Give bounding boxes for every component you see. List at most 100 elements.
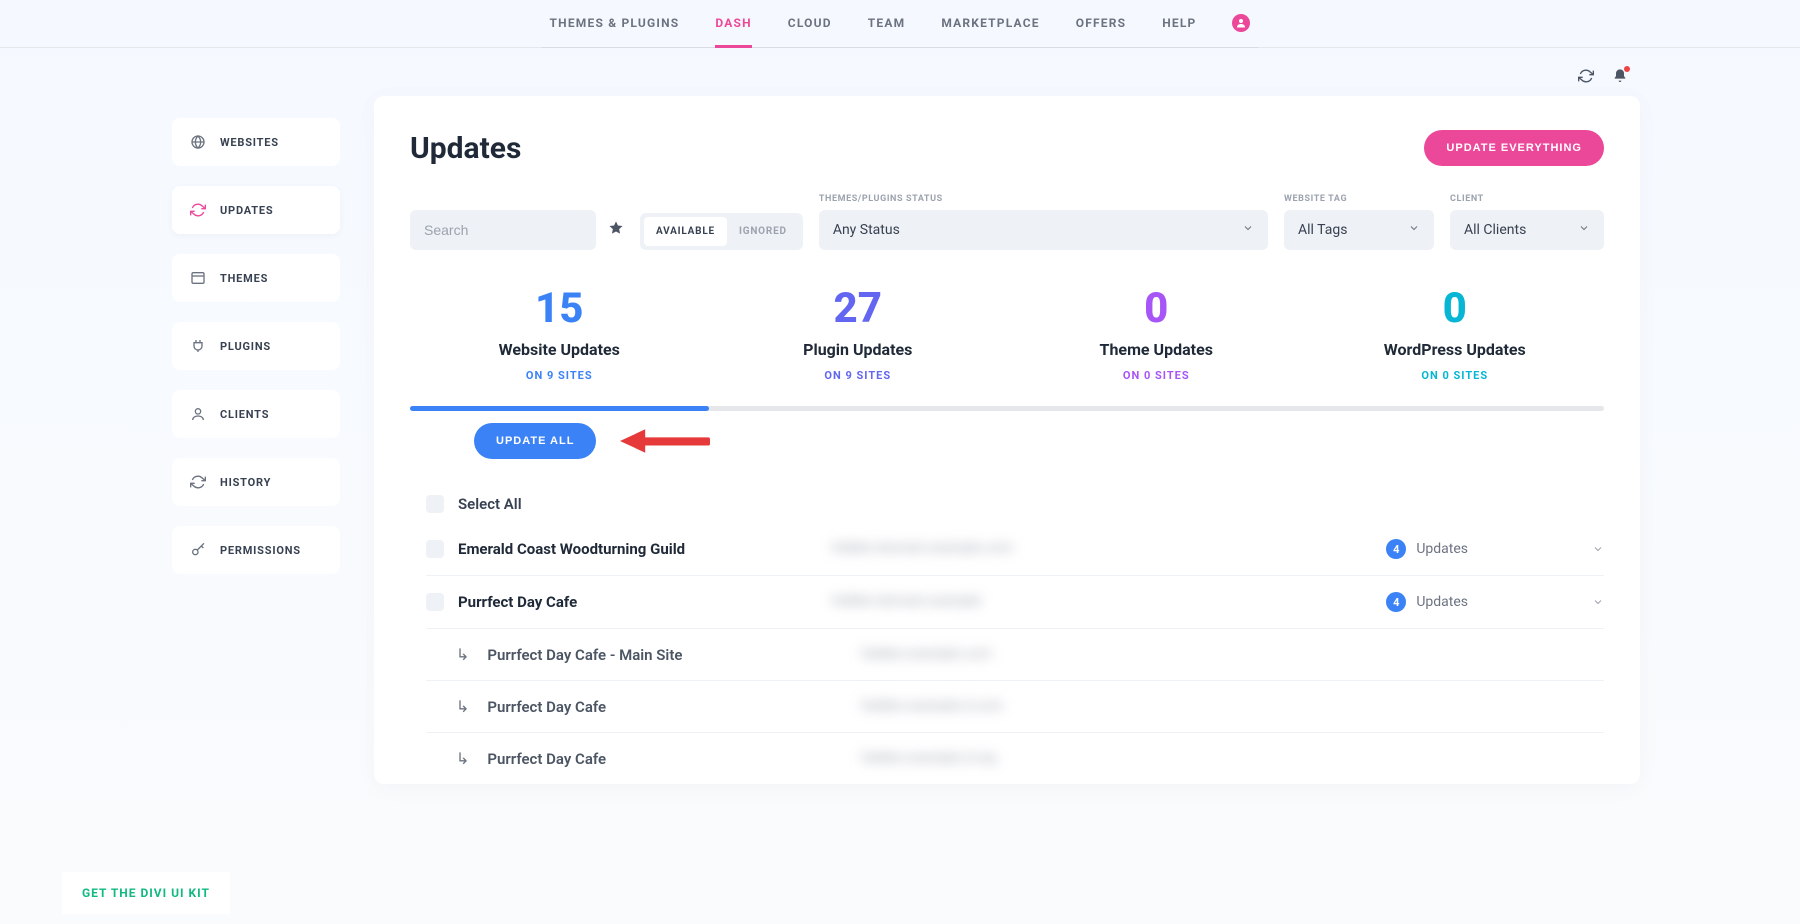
sidebar-item-label: HISTORY xyxy=(220,476,271,489)
count-label: Updates xyxy=(1416,594,1468,610)
user-icon xyxy=(190,406,206,422)
select-all-label: Select All xyxy=(458,495,818,513)
update-all-button[interactable]: UPDATE ALL xyxy=(474,423,596,459)
status-toggle: AVAILABLE IGNORED xyxy=(640,213,803,250)
site-url-redacted: hidden-domain.example xyxy=(832,593,1092,611)
site-url-redacted: hidden.example.d.org xyxy=(861,750,1121,768)
refresh-icon xyxy=(1578,68,1594,84)
stat-subtext: ON 9 SITES xyxy=(709,369,1008,382)
stat-subtext: ON 0 SITES xyxy=(1306,369,1605,382)
subsite-row: ↳ Purrfect Day Cafe hidden.example.d.org xyxy=(426,733,1604,784)
row-checkbox[interactable] xyxy=(426,540,444,558)
row-checkbox[interactable] xyxy=(426,593,444,611)
sidebar-item-themes[interactable]: THEMES xyxy=(172,254,340,302)
filter-tag-label: WEBSITE TAG xyxy=(1284,194,1434,204)
toggle-available[interactable]: AVAILABLE xyxy=(644,217,727,246)
stat-wordpress-updates[interactable]: 0 WordPress Updates ON 0 SITES xyxy=(1306,286,1605,402)
sidebar-item-websites[interactable]: WEBSITES xyxy=(172,118,340,166)
subsite-name: Purrfect Day Cafe - Main Site xyxy=(487,646,847,664)
site-name: Emerald Coast Woodturning Guild xyxy=(458,540,818,558)
key-icon xyxy=(190,542,206,558)
chevron-down-icon xyxy=(1592,596,1604,608)
refresh-icon xyxy=(190,202,206,218)
site-url-redacted: hidden.example.com xyxy=(861,646,1121,664)
update-everything-button[interactable]: UPDATE EVERYTHING xyxy=(1424,130,1604,166)
chevron-down-icon xyxy=(1408,222,1420,238)
notifications-button[interactable] xyxy=(1612,68,1628,88)
filter-client-label: CLIENT xyxy=(1450,194,1604,204)
updates-count: 4 Updates xyxy=(1386,592,1468,612)
stat-theme-updates[interactable]: 0 Theme Updates ON 0 SITES xyxy=(1007,286,1306,402)
site-row: Purrfect Day Cafe hidden-domain.example … xyxy=(426,576,1604,629)
stat-number: 15 xyxy=(410,286,709,332)
select-all-checkbox[interactable] xyxy=(426,495,444,513)
sidebar-item-clients[interactable]: CLIENTS xyxy=(172,390,340,438)
toggle-ignored[interactable]: IGNORED xyxy=(727,217,799,246)
stat-label: Website Updates xyxy=(410,340,709,359)
stat-label: Theme Updates xyxy=(1007,340,1306,359)
toolbar-icons xyxy=(1578,68,1628,88)
site-row: Emerald Coast Woodturning Guild hidden-d… xyxy=(426,523,1604,576)
updates-count: 4 Updates xyxy=(1386,539,1468,559)
main-panel: Updates UPDATE EVERYTHING AVAILABLE IGNO… xyxy=(374,96,1640,784)
favorite-button[interactable] xyxy=(608,220,624,240)
nav-cloud[interactable]: CLOUD xyxy=(788,0,832,47)
sidebar-item-permissions[interactable]: PERMISSIONS xyxy=(172,526,340,574)
nav-offers[interactable]: OFFERS xyxy=(1076,0,1126,47)
child-arrow-icon: ↳ xyxy=(456,697,469,716)
subsite-name: Purrfect Day Cafe xyxy=(487,750,847,768)
stat-plugin-updates[interactable]: 27 Plugin Updates ON 9 SITES xyxy=(709,286,1008,402)
sidebar-item-history[interactable]: HISTORY xyxy=(172,458,340,506)
nav-help[interactable]: HELP xyxy=(1162,0,1196,47)
sidebar-item-label: WEBSITES xyxy=(220,136,279,149)
count-label: Updates xyxy=(1416,541,1468,557)
child-arrow-icon: ↳ xyxy=(456,645,469,664)
sidebar-item-updates[interactable]: UPDATES xyxy=(172,186,340,234)
child-arrow-icon: ↳ xyxy=(456,749,469,768)
nav-team[interactable]: TEAM xyxy=(868,0,906,47)
page-title: Updates xyxy=(410,131,521,166)
site-url-redacted: hidden.example.d.com xyxy=(861,698,1121,716)
stat-label: WordPress Updates xyxy=(1306,340,1605,359)
stat-website-updates[interactable]: 15 Website Updates ON 9 SITES xyxy=(410,286,709,402)
expand-toggle[interactable] xyxy=(1592,540,1604,559)
filter-client-select[interactable]: All Clients xyxy=(1450,210,1604,250)
user-icon xyxy=(1235,17,1247,29)
subsite-name: Purrfect Day Cafe xyxy=(487,698,847,716)
select-value: All Clients xyxy=(1464,222,1526,238)
notification-dot xyxy=(1624,66,1630,72)
chevron-down-icon xyxy=(1592,543,1604,555)
nav-themes-plugins[interactable]: THEMES & PLUGINS xyxy=(550,0,680,47)
top-nav: THEMES & PLUGINS DASH CLOUD TEAM MARKETP… xyxy=(0,0,1800,48)
site-name: Purrfect Day Cafe xyxy=(458,593,818,611)
stat-number: 0 xyxy=(1007,286,1306,332)
select-value: Any Status xyxy=(833,222,900,238)
count-badge: 4 xyxy=(1386,592,1406,612)
select-value: All Tags xyxy=(1298,222,1347,238)
stat-number: 0 xyxy=(1306,286,1605,332)
filter-status-select[interactable]: Any Status xyxy=(819,210,1268,250)
refresh-icon xyxy=(190,474,206,490)
search-input[interactable] xyxy=(410,210,596,250)
footer-cta[interactable]: GET THE DIVI UI KIT xyxy=(62,872,230,914)
stat-number: 27 xyxy=(709,286,1008,332)
globe-icon xyxy=(190,134,206,150)
sidebar-item-label: THEMES xyxy=(220,272,268,285)
count-badge: 4 xyxy=(1386,539,1406,559)
stat-subtext: ON 9 SITES xyxy=(410,369,709,382)
stats-row: 15 Website Updates ON 9 SITES 27 Plugin … xyxy=(410,286,1604,402)
sidebar-item-plugins[interactable]: PLUGINS xyxy=(172,322,340,370)
sidebar-item-label: PERMISSIONS xyxy=(220,544,301,557)
filter-tag-select[interactable]: All Tags xyxy=(1284,210,1434,250)
callout-arrow xyxy=(620,426,710,456)
sidebar: WEBSITES UPDATES THEMES PLUGINS CLIENTS … xyxy=(172,118,340,784)
nav-marketplace[interactable]: MARKETPLACE xyxy=(941,0,1039,47)
site-url-redacted: hidden-domain.example.com xyxy=(832,540,1092,558)
avatar[interactable] xyxy=(1232,14,1250,32)
stats-underline xyxy=(410,406,1604,411)
nav-dash[interactable]: DASH xyxy=(715,0,751,47)
stats-underline-active xyxy=(410,406,709,411)
expand-toggle[interactable] xyxy=(1592,593,1604,612)
stat-subtext: ON 0 SITES xyxy=(1007,369,1306,382)
refresh-button[interactable] xyxy=(1578,68,1594,88)
